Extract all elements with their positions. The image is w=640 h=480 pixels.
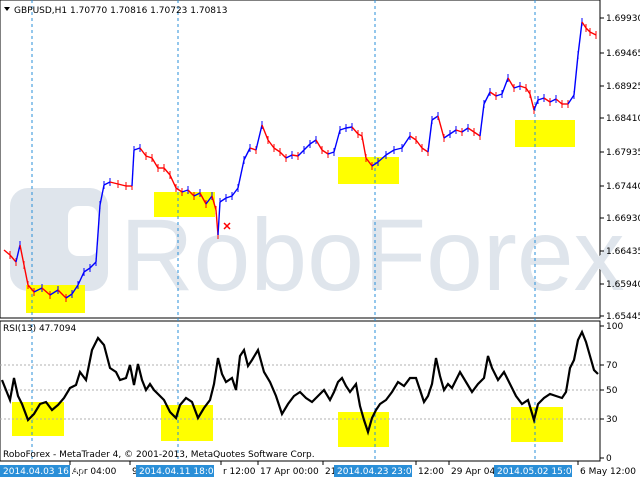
rsi-tick-label: 30 [606,415,618,425]
symbol-header-text: GBPUSD,H1 1.70770 1.70816 1.70723 1.7081… [14,6,227,16]
price-tick-label: 1.65445 [606,312,640,322]
chart-canvas[interactable]: RoboForex GBPUSD,H1 1.70770 1.70816 1.70… [0,0,640,480]
rsi-header-text: RSI(13) 47.7094 [3,324,76,334]
highlighted-time-label: 2014.05.02 15:00 [497,467,578,477]
price-tick-label: 1.69465 [606,49,640,59]
time-tick-label: 17 Apr 00:00 [260,467,319,477]
price-highlight-box [515,120,575,147]
time-tick-label: 29 Apr 04: [451,467,498,477]
rsi-tick-label: 0 [606,454,612,464]
price-tick-label: 1.68925 [606,82,640,92]
price-tick-label: 1.66930 [606,214,640,224]
price-tick-label: 1.66435 [606,247,640,257]
time-tick-label: 12:00 [418,467,444,477]
highlighted-time-label: 2014.04.23 23:00 [337,467,418,477]
rsi-tick-label: 70 [606,361,618,371]
price-tick-label: 1.65940 [606,280,640,290]
rsi-y-axis: 100 70 50 30 0 [600,322,623,464]
time-axis: Apr 04:00 9 r 12:00 17 Apr 00:00 21 12:00 29 A… [0,461,636,477]
price-tick-label: 1.69930 [606,14,640,24]
symbol-header: GBPUSD,H1 1.70770 1.70816 1.70723 1.7081… [4,6,227,16]
price-highlight-box [26,285,85,313]
rsi-tick-label: 100 [606,322,623,332]
highlighted-time-label: 2014.04.11 18:00 [139,467,220,477]
highlighted-time-label: 2014.04.03 16:00 [3,467,84,477]
time-tick-label: 6 May 12:00 [580,467,636,477]
price-tick-label: 1.67935 [606,148,640,158]
time-tick-label: r 12:00 [223,467,256,477]
price-tick-label: 1.67440 [606,182,640,192]
rsi-tick-label: 50 [606,386,618,396]
price-tick-label: 1.68410 [606,114,640,124]
copyright-text: RoboForex - MetaTrader 4, © 2001-2013, M… [3,450,315,460]
